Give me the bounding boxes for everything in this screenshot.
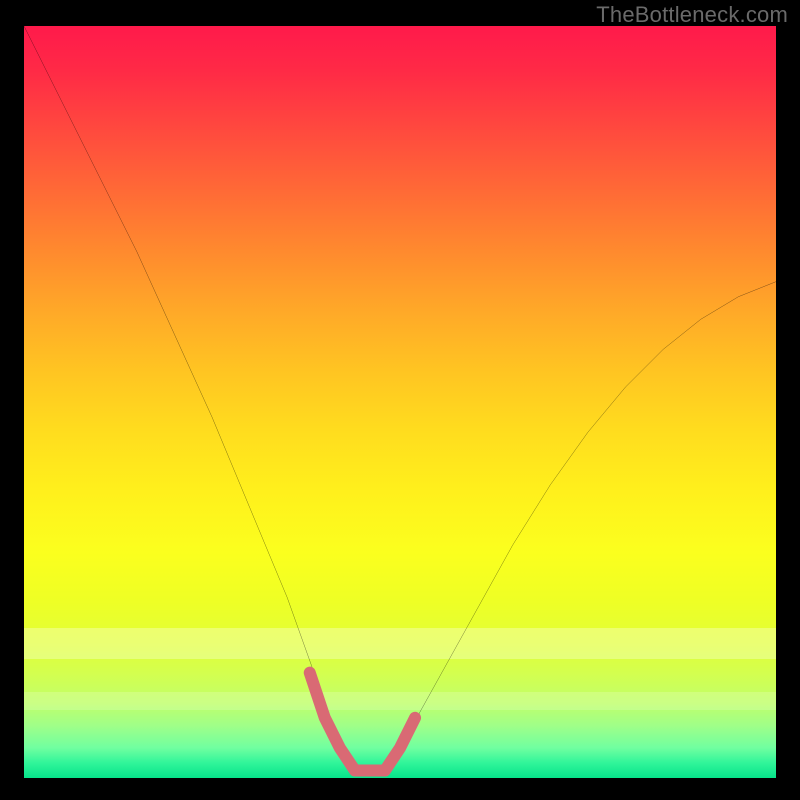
watermark-text: TheBottleneck.com <box>596 2 788 28</box>
app-frame: TheBottleneck.com <box>0 0 800 800</box>
min-region-highlight <box>310 673 415 771</box>
chart-canvas <box>24 26 776 778</box>
bottleneck-curve-line <box>24 26 776 770</box>
chart-svg <box>24 26 776 778</box>
